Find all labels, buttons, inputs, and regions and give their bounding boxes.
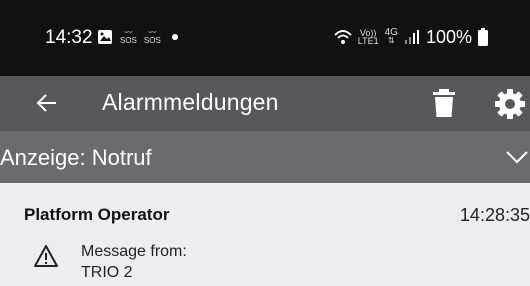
volte-icon: Vo)) LTE1 bbox=[357, 28, 379, 46]
message-line-2: TRIO 2 bbox=[81, 264, 133, 281]
chevron-down-icon bbox=[506, 151, 528, 164]
warning-icon bbox=[34, 245, 58, 267]
system-status: Vo)) LTE1 4G ⇅ 100% bbox=[334, 27, 488, 47]
wifi-calling-icon bbox=[334, 30, 352, 44]
sos-notification-icon: 〰 SOS bbox=[143, 28, 161, 45]
more-notifications-dot bbox=[171, 34, 178, 40]
battery-icon bbox=[478, 28, 488, 46]
app-bar: Alarmmeldungen bbox=[0, 76, 530, 131]
message-time: 14:28:35 bbox=[459, 205, 530, 225]
status-time: 14:32 bbox=[45, 27, 93, 48]
notification-icons: 〰 SOS 〰 SOS bbox=[97, 27, 178, 47]
filter-label: Anzeige: Notruf bbox=[0, 145, 152, 170]
gear-icon[interactable] bbox=[494, 88, 526, 120]
image-notification-icon bbox=[98, 30, 112, 44]
list-item[interactable]: Platform Operator 14:28:35 Message from:… bbox=[0, 183, 530, 286]
battery-percentage: 100% bbox=[425, 26, 472, 47]
status-bar: 14:32 〰 SOS 〰 SOS Vo)) LTE1 4G ⇅ 100% bbox=[0, 0, 530, 76]
delete-icon[interactable] bbox=[431, 87, 457, 119]
network-type-icon: 4G ⇅ bbox=[384, 27, 398, 45]
message-line-1: Message from: bbox=[81, 243, 187, 260]
sos-notification-icon: 〰 SOS bbox=[120, 28, 137, 45]
page-title: Alarmmeldungen bbox=[102, 89, 279, 115]
signal-icon bbox=[404, 30, 419, 44]
filter-dropdown[interactable]: Anzeige: Notruf bbox=[0, 131, 530, 183]
back-arrow-icon[interactable] bbox=[34, 90, 60, 116]
message-body: Message from: TRIO 2 bbox=[81, 241, 187, 283]
message-sender: Platform Operator bbox=[24, 205, 170, 224]
